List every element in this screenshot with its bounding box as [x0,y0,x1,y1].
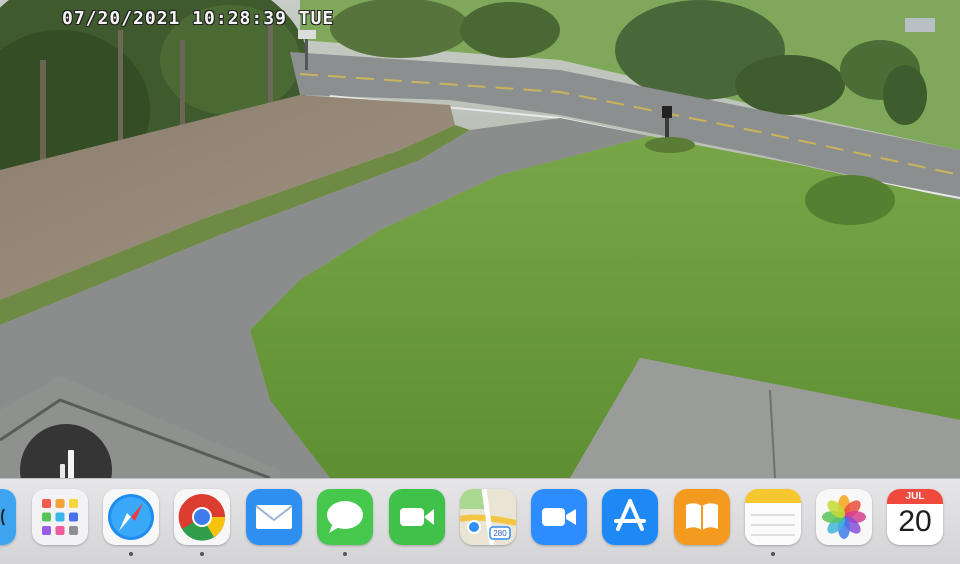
photos-icon [816,489,872,545]
zoom-icon [531,489,587,545]
safari-icon [103,489,159,545]
dock-item-chrome[interactable] [174,489,230,545]
messages-icon [317,489,373,545]
dock-item-app-store[interactable] [602,489,658,545]
dock-item-maps[interactable]: 280 [460,489,516,545]
dock-item-finder[interactable] [0,489,16,545]
dock-item-calendar[interactable]: JUL 20 [887,489,943,545]
finder-icon [0,489,16,545]
app-store-icon [602,489,658,545]
calendar-month: JUL [905,491,925,502]
mail-icon [246,489,302,545]
running-indicator-chrome [200,552,204,556]
calendar-day: 20 [898,505,932,538]
books-icon [674,489,730,545]
launchpad-icon [32,489,88,545]
dock-item-safari[interactable] [103,489,159,545]
camera-scene-image [0,0,960,478]
dock-item-mail[interactable] [246,489,302,545]
dock-item-facetime[interactable] [389,489,445,545]
facetime-icon [389,489,445,545]
running-indicator-messages [343,552,347,556]
maps-icon: 280 [460,489,516,545]
dock-item-books[interactable] [674,489,730,545]
dock-item-launchpad[interactable] [32,489,88,545]
camera-feed: 07/20/2021 10:28:39 TUE [0,0,960,478]
notes-icon [745,489,801,545]
running-indicator-notes [771,552,775,556]
dock: 280 JUL 20 [0,478,960,564]
maps-route-badge: 280 [493,529,507,538]
chrome-icon [174,489,230,545]
camera-timestamp: 07/20/2021 10:28:39 TUE [62,8,335,29]
dock-item-messages[interactable] [317,489,373,545]
dock-item-notes[interactable] [745,489,801,545]
dock-item-photos[interactable] [816,489,872,545]
dock-item-zoom[interactable] [531,489,587,545]
running-indicator-safari [129,552,133,556]
